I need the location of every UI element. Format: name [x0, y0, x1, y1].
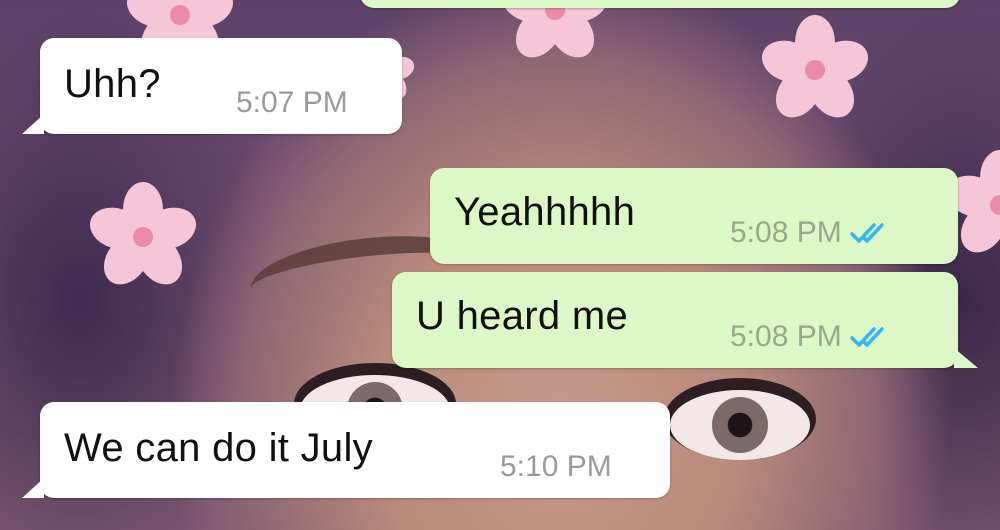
message-bubble-incoming[interactable]: We can do it July 5:10 PM: [22, 402, 670, 498]
message-timestamp: 5:07 PM: [236, 86, 348, 119]
double-check-icon: [849, 327, 884, 347]
message-text: Uhh?: [64, 62, 161, 106]
message-timestamp: 5:08 PM: [730, 216, 842, 249]
message-list: Uhh? 5:07 PM Yeahhhhh 5:08 PM U heard me…: [0, 0, 1000, 530]
message-timestamp: 5:10 PM: [500, 450, 612, 483]
message-text: We can do it July: [64, 426, 373, 470]
message-timestamp: 5:08 PM: [730, 320, 842, 353]
message-text: Yeahhhhh: [454, 190, 636, 234]
message-bubble-incoming[interactable]: Uhh? 5:07 PM: [22, 38, 402, 134]
message-text: U heard me: [416, 294, 628, 338]
message-bubble-outgoing[interactable]: Yeahhhhh 5:08 PM: [430, 168, 958, 264]
double-check-icon: [849, 223, 884, 243]
message-bubble-outgoing[interactable]: U heard me 5:08 PM: [392, 272, 978, 368]
